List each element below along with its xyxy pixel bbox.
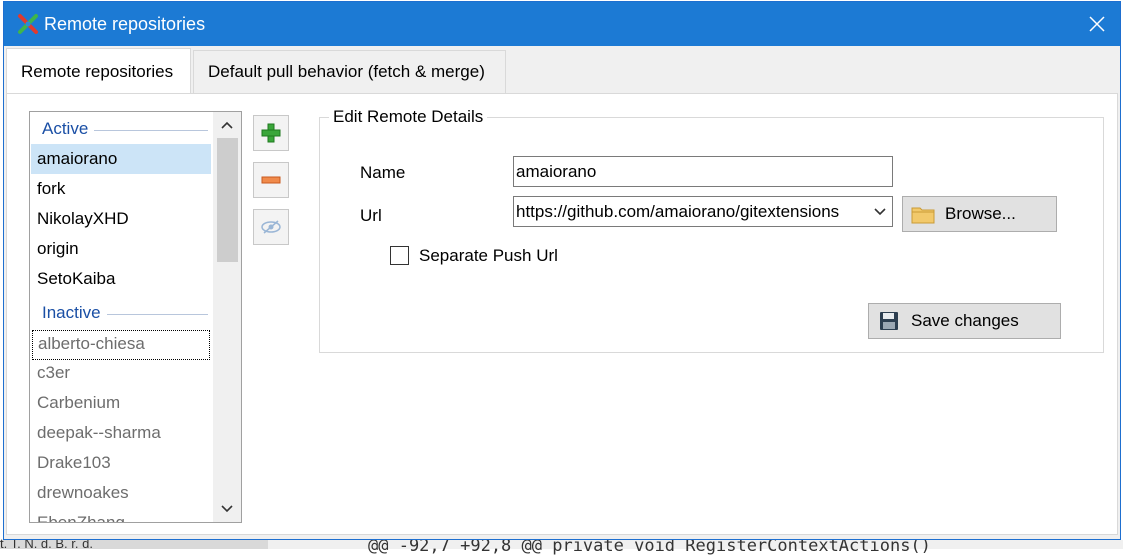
toggle-remote-state-button[interactable] [253, 209, 289, 245]
list-scrollbar[interactable] [213, 112, 241, 522]
browse-label: Browse... [945, 204, 1016, 223]
group-header-active: Active [30, 114, 210, 144]
url-value: https://github.com/amaiorano/gitextensio… [516, 202, 840, 221]
remove-icon [261, 176, 281, 184]
git-extensions-logo-icon [18, 14, 38, 34]
list-item[interactable]: deepak--sharma [31, 418, 211, 448]
group-title-edit-remote: Edit Remote Details [329, 107, 488, 127]
list-item[interactable]: EbenZhang [31, 508, 211, 522]
remote-repositories-dialog: Remote repositories Remote repositories … [3, 1, 1121, 540]
scroll-thumb[interactable] [217, 138, 238, 262]
close-icon [1089, 16, 1105, 32]
url-combobox[interactable]: https://github.com/amaiorano/gitextensio… [513, 196, 893, 227]
list-item[interactable]: fork [31, 174, 211, 204]
list-item[interactable]: drewnoakes [31, 478, 211, 508]
list-item[interactable]: Drake103 [31, 448, 211, 478]
remove-remote-button[interactable] [253, 162, 289, 198]
chevron-down-icon [874, 207, 886, 215]
add-remote-button[interactable] [253, 115, 289, 151]
tab-remote-repositories[interactable]: Remote repositories [6, 48, 191, 94]
save-changes-label: Save changes [911, 311, 1019, 330]
tab-page-remote-repositories: Active amaiorano fork NikolayXHD origin … [6, 93, 1118, 535]
tab-default-pull-behavior[interactable]: Default pull behavior (fetch & merge) [193, 50, 506, 94]
title-bar[interactable]: Remote repositories [4, 2, 1120, 46]
save-icon [880, 312, 898, 330]
group-header-inactive: Inactive [30, 298, 210, 328]
scroll-up-button[interactable] [213, 112, 241, 138]
remotes-list[interactable]: Active amaiorano fork NikolayXHD origin … [29, 111, 242, 523]
browse-button[interactable]: Browse... [902, 196, 1057, 232]
chevron-up-icon [221, 121, 233, 129]
list-item[interactable]: Carbenium [31, 388, 211, 418]
url-dropdown-button[interactable] [868, 197, 892, 226]
chevron-down-icon [221, 505, 233, 513]
save-changes-button[interactable]: Save changes [868, 303, 1061, 339]
folder-icon [911, 207, 935, 224]
url-label: Url [360, 206, 382, 225]
name-label: Name [360, 163, 406, 182]
list-item[interactable]: SetoKaiba [31, 264, 211, 294]
list-item[interactable]: origin [31, 234, 211, 264]
name-input[interactable]: amaiorano [513, 156, 893, 187]
separate-push-url-checkbox[interactable] [390, 246, 409, 265]
separate-push-url-label[interactable]: Separate Push Url [419, 246, 558, 266]
scroll-down-button[interactable] [213, 496, 241, 522]
close-button[interactable] [1074, 2, 1120, 46]
add-icon [261, 123, 281, 143]
list-item[interactable]: NikolayXHD [31, 204, 211, 234]
toggle-visibility-icon [261, 220, 281, 234]
list-item[interactable]: amaiorano [31, 144, 211, 174]
window-title: Remote repositories [44, 14, 206, 34]
list-item[interactable]: alberto-chiesa [32, 330, 210, 360]
list-item[interactable]: c3er [31, 358, 211, 388]
